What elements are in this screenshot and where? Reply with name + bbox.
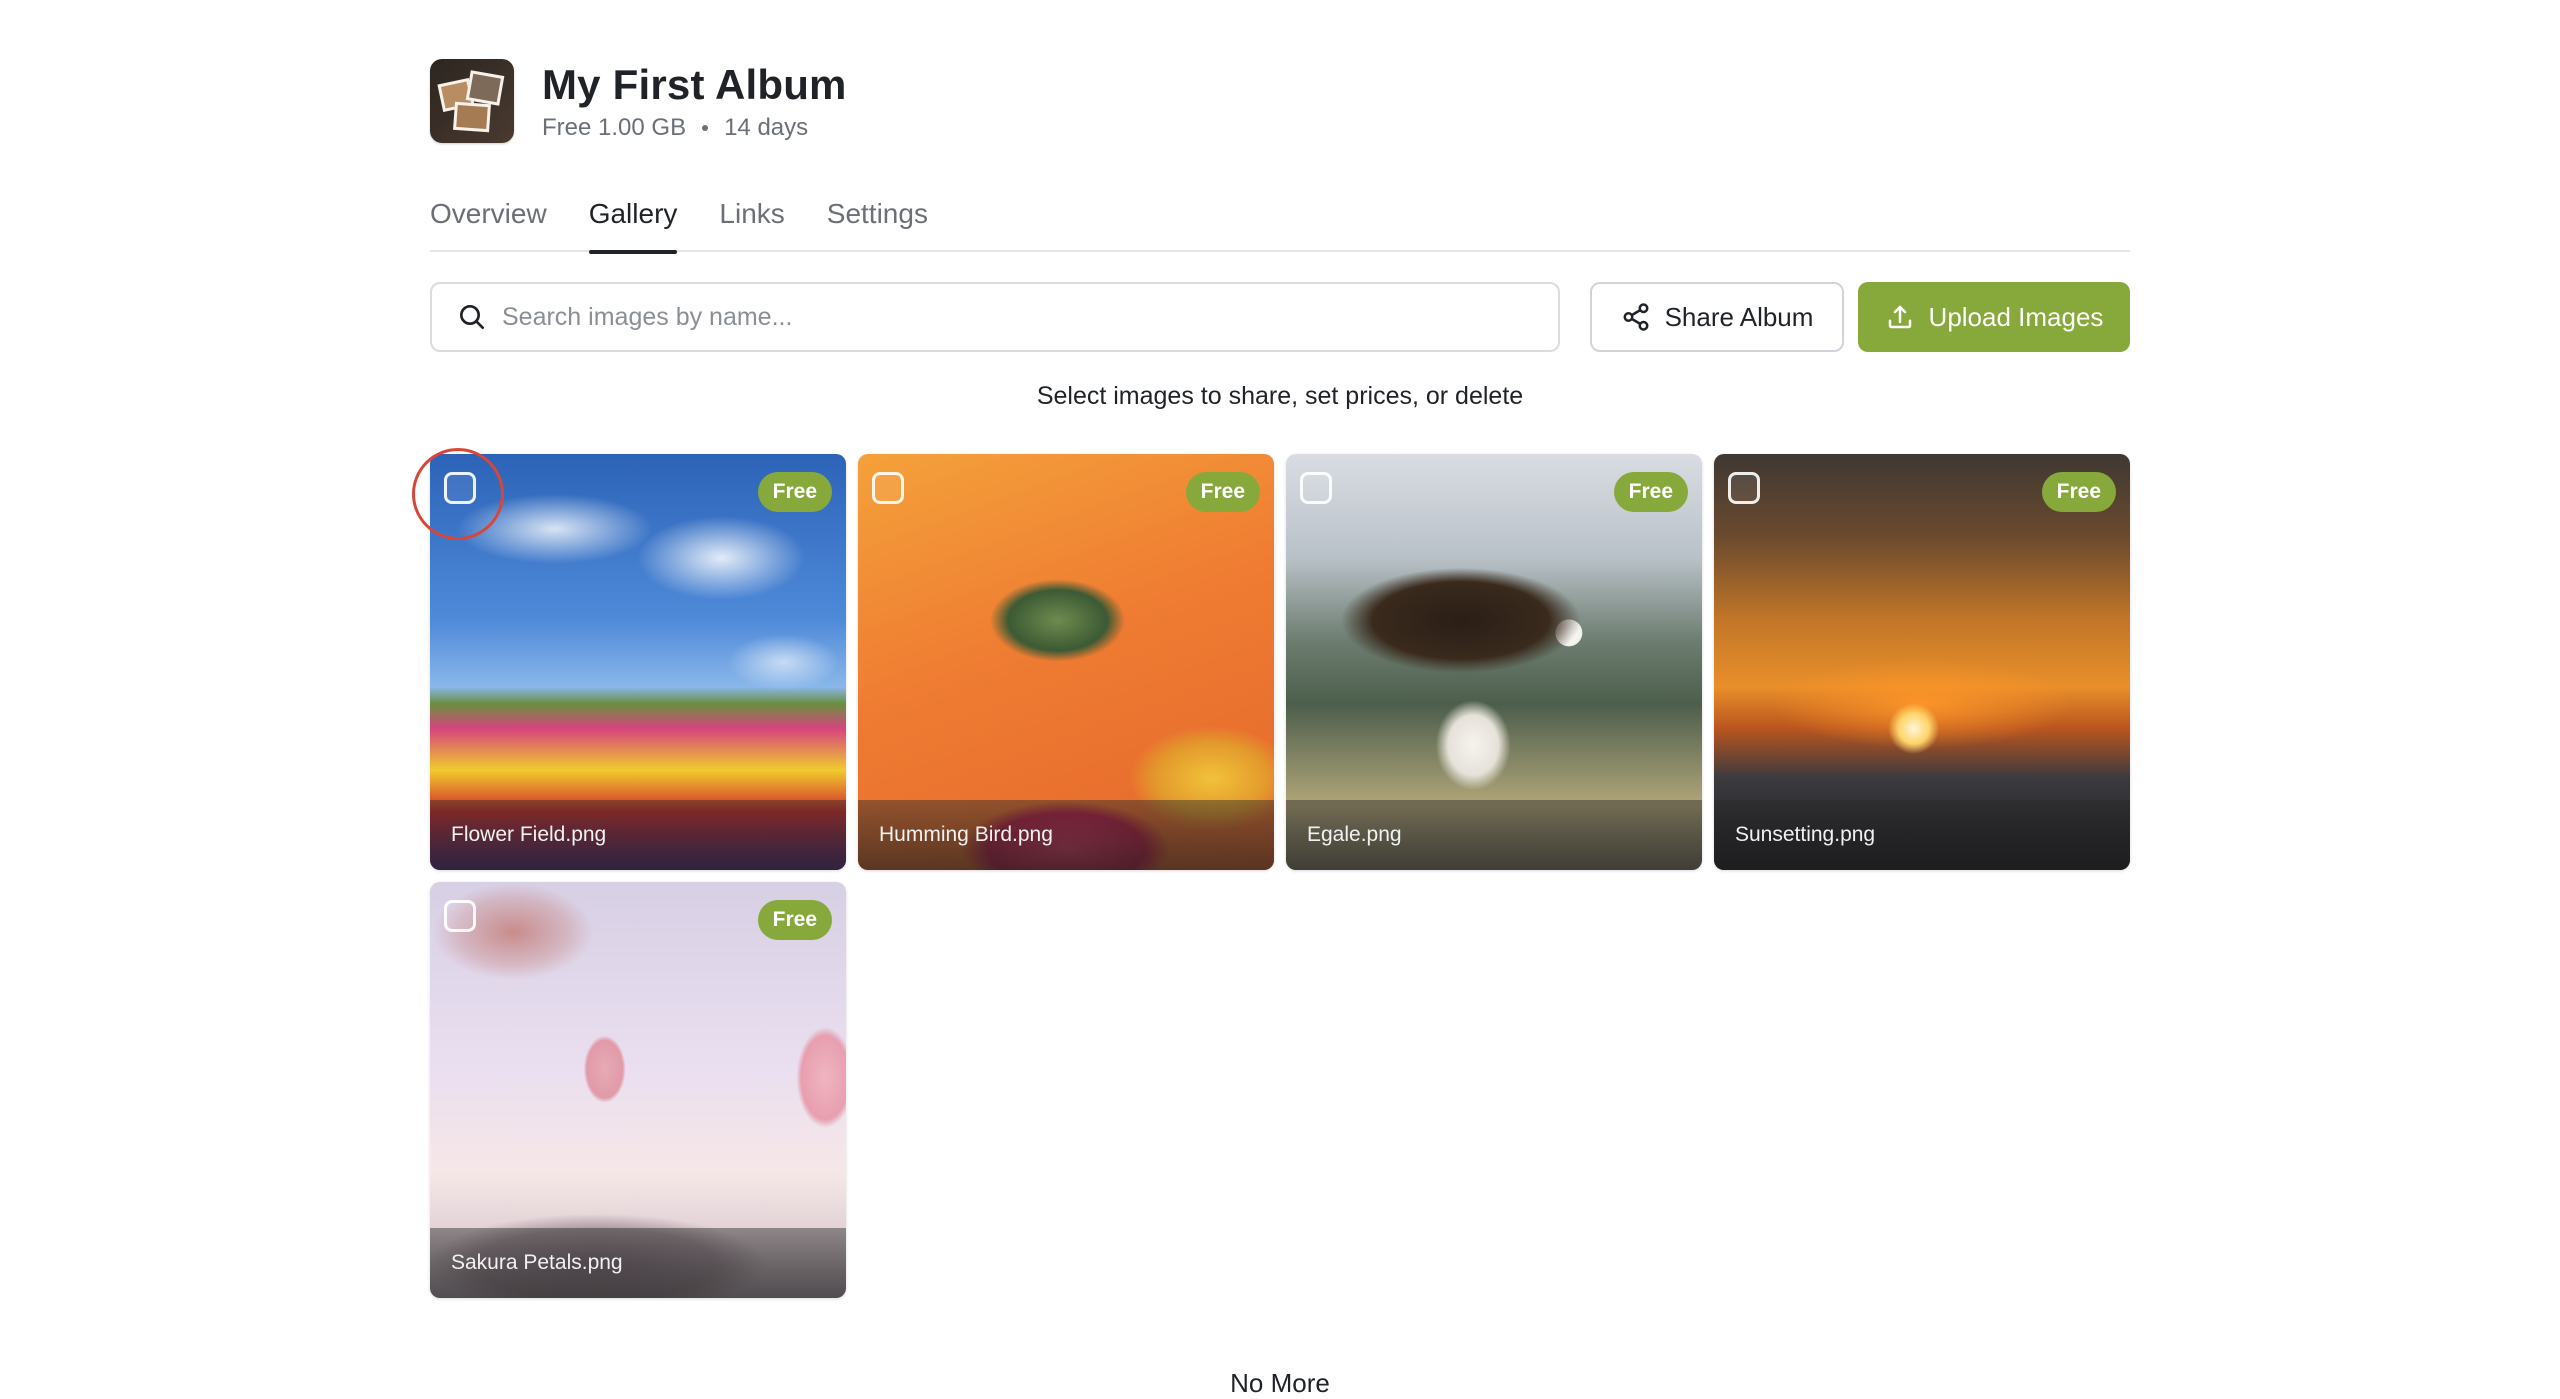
select-checkbox[interactable] (444, 900, 476, 932)
upload-icon (1888, 305, 1911, 329)
separator-dot (702, 125, 709, 131)
image-name: Egale.png (1286, 800, 1702, 870)
tab-links[interactable]: Links (719, 196, 784, 252)
image-name: Humming Bird.png (858, 800, 1274, 870)
helper-text: Select images to share, set prices, or d… (1036, 382, 1524, 410)
tab-settings[interactable]: Settings (827, 196, 928, 252)
price-badge: Free (1613, 472, 1688, 512)
price-badge: Free (2041, 472, 2116, 512)
select-checkbox[interactable] (872, 472, 904, 504)
share-icon (1623, 303, 1649, 331)
page-title: My First Album (542, 61, 847, 108)
price-badge: Free (757, 900, 832, 940)
upload-images-button[interactable]: Upload Images (1858, 282, 2130, 352)
select-checkbox[interactable] (444, 472, 476, 504)
select-checkbox[interactable] (1728, 472, 1760, 504)
album-page: My First Album Free 1.00 GB 14 days Over… (412, 0, 2130, 1398)
album-thumbnail (430, 59, 514, 143)
gallery-card[interactable]: Free Sakura Petals.png (430, 882, 846, 1298)
album-duration: 14 days (724, 114, 809, 141)
end-of-list-text: No More (1230, 1368, 1330, 1398)
tab-gallery[interactable]: Gallery (588, 196, 677, 254)
image-name: Sunsetting.png (1714, 800, 2130, 870)
album-meta: Free 1.00 GB 14 days (542, 114, 847, 142)
tab-overview[interactable]: Overview (430, 196, 547, 252)
select-checkbox[interactable] (1300, 472, 1332, 504)
search-input[interactable] (502, 302, 1502, 332)
share-album-button[interactable]: Share Album (1590, 282, 1844, 352)
search-icon (460, 305, 484, 329)
price-badge: Free (757, 472, 832, 512)
gallery-card[interactable]: Free Egale.png (1286, 454, 1702, 870)
search-box[interactable] (430, 282, 1560, 352)
share-album-label: Share Album (1664, 301, 1814, 332)
image-name: Sakura Petals.png (430, 1228, 846, 1298)
upload-images-label: Upload Images (1928, 301, 2104, 332)
gallery-card[interactable]: Free Humming Bird.png (858, 454, 1274, 870)
album-plan: Free 1.00 GB (542, 114, 687, 141)
gallery-card[interactable]: Free Flower Field.png (430, 454, 846, 870)
tab-bar: Overview Gallery Links Settings (430, 196, 2130, 254)
price-badge: Free (1185, 472, 1260, 512)
album-header: My First Album Free 1.00 GB 14 days (430, 58, 847, 144)
image-name: Flower Field.png (430, 800, 846, 870)
album-title-block: My First Album Free 1.00 GB 14 days (542, 60, 847, 142)
gallery-card[interactable]: Free Sunsetting.png (1714, 454, 2130, 870)
